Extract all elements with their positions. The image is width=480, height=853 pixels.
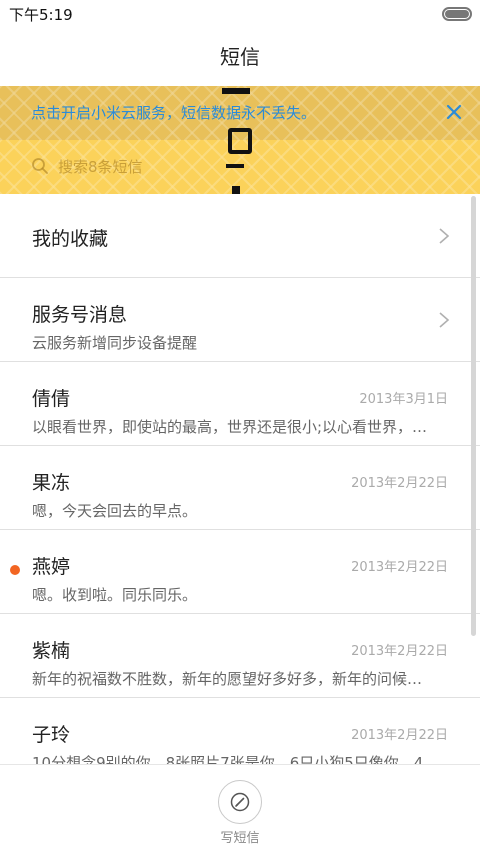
battery-icon: [442, 7, 472, 21]
bottom-bar: 写短信: [0, 764, 480, 853]
compose-label[interactable]: 写短信: [0, 827, 480, 846]
status-time: 下午5:19: [9, 6, 73, 24]
thread-favorites[interactable]: 我的收藏: [0, 194, 480, 278]
thread-name: 倩倩: [32, 388, 71, 410]
search-input[interactable]: 搜索8条短信: [0, 140, 480, 194]
chevron-right-icon: [439, 228, 450, 244]
thread-date: 2013年2月22日: [351, 560, 448, 575]
thread-date: 2013年2月22日: [351, 476, 448, 491]
thread-date: 2013年2月22日: [351, 728, 448, 743]
search-icon: [31, 157, 49, 175]
scrollbar[interactable]: [471, 196, 476, 636]
thread-service-messages[interactable]: 服务号消息 云服务新增同步设备提醒: [0, 278, 480, 362]
title-bar: 短信: [0, 28, 480, 86]
thread-date: 2013年2月22日: [351, 644, 448, 659]
thread-snippet: 嗯。收到啦。同乐同乐。: [32, 586, 198, 604]
thread-item[interactable]: 果冻 2013年2月22日 嗯，今天会回去的早点。: [0, 446, 480, 530]
thread-item[interactable]: 紫楠 2013年2月22日 新年的祝福数不胜数，新年的愿望好多好多，新年的问候…: [0, 614, 480, 698]
page-title: 短信: [220, 45, 260, 69]
thread-name: 服务号消息: [32, 304, 128, 326]
search-placeholder: 搜索8条短信: [58, 158, 143, 176]
thread-item[interactable]: 燕婷 2013年2月22日 嗯。收到啦。同乐同乐。: [0, 530, 480, 614]
unread-dot-icon: [10, 565, 20, 575]
thread-item[interactable]: 倩倩 2013年3月1日 以眼看世界，即使站的最高，世界还是很小;以心看世界，…: [0, 362, 480, 446]
thread-snippet: 以眼看世界，即使站的最高，世界还是很小;以心看世界，…: [32, 418, 428, 436]
thread-name: 紫楠: [32, 640, 71, 662]
thread-name: 果冻: [32, 472, 71, 494]
close-banner-button[interactable]: [442, 100, 466, 124]
cloud-banner: 点击开启小米云服务，短信数据永不丢失。 搜索8条短信: [0, 86, 480, 194]
compose-pen-icon: [230, 792, 250, 812]
thread-name: 我的收藏: [32, 228, 109, 250]
thread-name: 子玲: [32, 724, 71, 746]
thread-snippet: 新年的祝福数不胜数，新年的愿望好多好多，新年的问候…: [32, 670, 423, 688]
cloud-service-notice[interactable]: 点击开启小米云服务，短信数据永不丢失。: [31, 102, 316, 123]
status-bar: 下午5:19: [0, 0, 480, 28]
thread-snippet: 云服务新增同步设备提醒: [32, 334, 198, 352]
close-icon: [446, 104, 462, 120]
thread-date: 2013年3月1日: [359, 392, 448, 407]
compose-button[interactable]: [218, 780, 262, 824]
thread-snippet: 嗯，今天会回去的早点。: [32, 502, 198, 520]
chevron-right-icon: [439, 312, 450, 328]
thread-name: 燕婷: [32, 556, 71, 578]
